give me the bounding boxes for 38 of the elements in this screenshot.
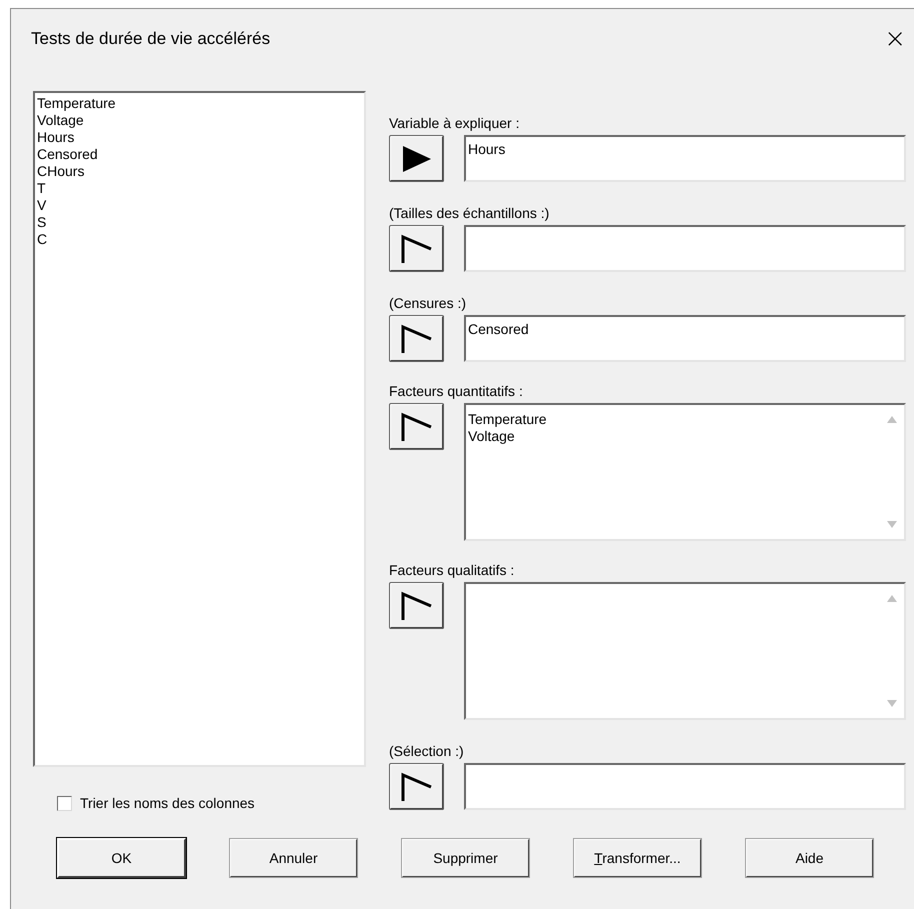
dialog-button[interactable]: Annuler	[229, 838, 358, 878]
list-item[interactable]: V	[37, 197, 46, 214]
add-arrow-button[interactable]	[389, 315, 444, 362]
field-label: (Censures :)	[389, 294, 466, 312]
dialog-button[interactable]: Supprimer	[401, 838, 530, 878]
add-arrow-button[interactable]	[389, 135, 444, 182]
field-label: Facteurs qualitatifs :	[389, 561, 514, 579]
checkbox-label: Trier les noms des colonnes	[80, 794, 255, 813]
add-arrow-button[interactable]	[389, 763, 444, 810]
add-arrow-button[interactable]	[389, 403, 444, 450]
list-item[interactable]: Temperature	[468, 411, 547, 428]
add-arrow-button[interactable]	[389, 225, 444, 272]
list-item[interactable]: Hours	[37, 129, 74, 146]
add-arrow-button[interactable]	[389, 582, 444, 629]
input-field[interactable]	[464, 225, 906, 272]
input-field[interactable]	[464, 763, 906, 810]
list-item[interactable]: Voltage	[468, 428, 515, 445]
list-item[interactable]: Censored	[37, 146, 98, 163]
list-item[interactable]: S	[37, 214, 46, 231]
list-item[interactable]: Voltage	[37, 112, 84, 129]
dialog-button[interactable]: OK	[57, 838, 186, 878]
field-label: (Tailles des échantillons :)	[389, 204, 550, 222]
checkbox[interactable]	[57, 796, 72, 811]
window-title: Tests de durée de vie accélérés	[31, 28, 270, 50]
input-field[interactable]: Hours	[464, 135, 906, 182]
input-field[interactable]: Censored	[464, 315, 906, 362]
list-item[interactable]: C	[37, 231, 48, 248]
column-list[interactable]: Temperature Voltage Hours Censored CHours T V S C	[33, 91, 366, 767]
field-label: Variable à expliquer :	[389, 114, 520, 132]
dialog-button[interactable]: Aide	[745, 838, 874, 878]
list-item[interactable]: CHours	[37, 163, 84, 180]
list-item[interactable]: T	[37, 180, 46, 197]
field-label: Facteurs quantitatifs :	[389, 382, 523, 400]
dialog-button[interactable]: Transformer...	[573, 838, 702, 878]
field-label: (Sélection :)	[389, 742, 464, 760]
variable-list[interactable]: Temperature Voltage	[464, 403, 906, 541]
close-button[interactable]: ×	[880, 26, 910, 52]
list-item[interactable]: Temperature	[37, 95, 116, 112]
